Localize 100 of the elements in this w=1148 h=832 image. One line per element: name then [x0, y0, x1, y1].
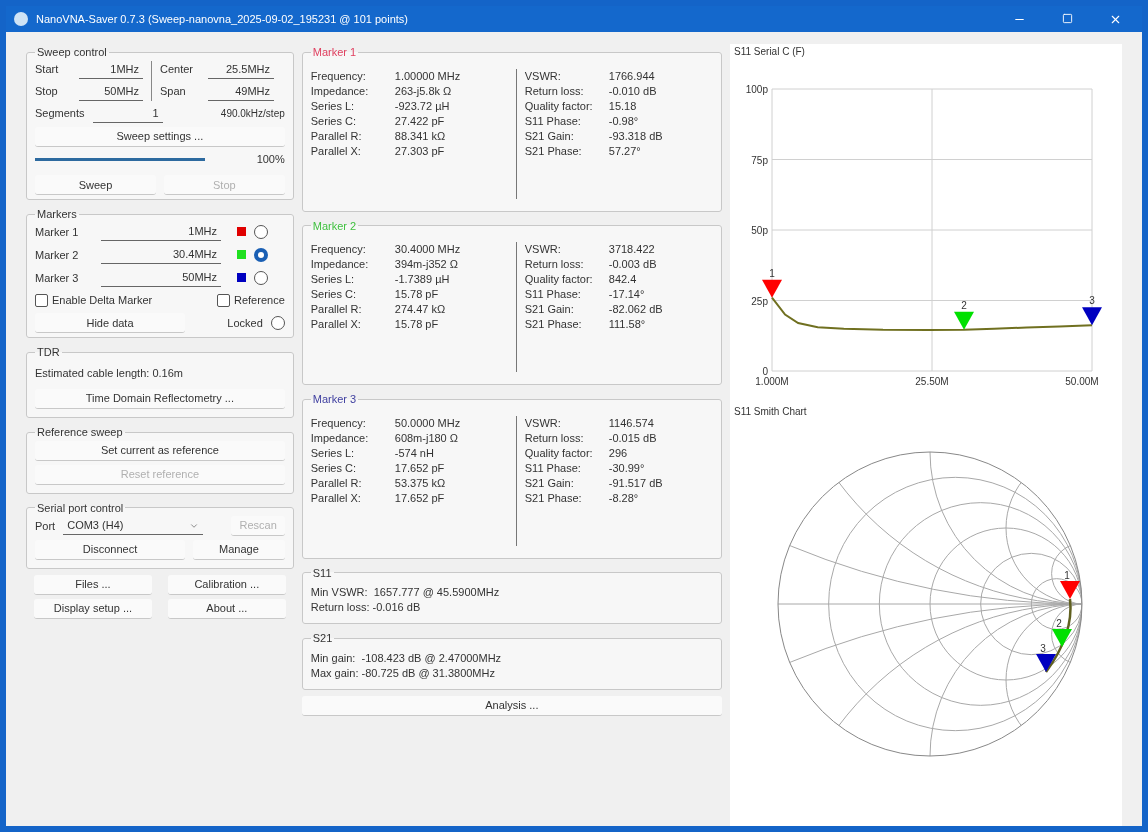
- readout-label: VSWR:: [524, 415, 562, 431]
- readout-value: 17.652 pF: [394, 460, 445, 476]
- readout-label: Parallel X:: [310, 317, 362, 332]
- readout-label: Return loss:: [524, 83, 585, 99]
- chart-title: S11 Serial C (F): [733, 45, 806, 59]
- group-title: Reference sweep: [36, 425, 124, 440]
- marker-number: 3: [1040, 643, 1046, 654]
- y-tick-label: 0: [762, 366, 768, 377]
- group-title: Markers: [36, 207, 78, 223]
- readout-label: Parallel R:: [310, 128, 363, 144]
- group-title: Serial port control: [36, 500, 125, 516]
- readout-value: -17.14°: [608, 287, 645, 302]
- chart-title: S11 Smith Chart: [733, 405, 808, 419]
- checkbox[interactable]: [217, 293, 230, 307]
- input-field[interactable]: 1: [92, 104, 163, 123]
- readout-value: -574 nH: [394, 445, 434, 461]
- radio-button[interactable]: [254, 224, 268, 239]
- readout-label: S11 Phase:: [524, 460, 582, 476]
- readout-value: 88.341 kΩ: [394, 128, 446, 144]
- marker-frequency-field[interactable]: 1MHz: [101, 222, 221, 241]
- readout-value: -923.72 µH: [394, 98, 450, 114]
- readout-value: 53.375 kΩ: [394, 475, 446, 491]
- marker-color-swatch[interactable]: [237, 227, 246, 237]
- readout-value: 263-j5.8k Ω: [394, 83, 452, 99]
- readout-label: Series C:: [310, 113, 357, 129]
- readout-value: -93.318 dB: [608, 128, 663, 144]
- readout-value: -8.28°: [608, 490, 639, 506]
- readout-label: S11 Phase:: [524, 287, 582, 302]
- readout-value: 1.00000 MHz: [394, 68, 461, 84]
- readout-label: Parallel X:: [310, 490, 362, 506]
- readout-value: 394m-j352 Ω: [394, 257, 459, 272]
- marker-label: Marker 3: [35, 270, 80, 286]
- marker-frequency-field[interactable]: 30.4MHz: [101, 245, 221, 264]
- radio-button[interactable]: [254, 247, 268, 262]
- group-title: S21: [311, 631, 334, 646]
- field-label: Span: [160, 84, 187, 100]
- marker-title: Marker 1: [311, 45, 358, 60]
- readout-label: Quality factor:: [524, 272, 594, 287]
- readout-value: -0.98°: [608, 113, 639, 129]
- marker-title: Marker 2: [311, 218, 358, 234]
- radio-button[interactable]: [270, 316, 285, 331]
- readout-label: Parallel R:: [310, 475, 363, 491]
- readout-value: 1146.574: [608, 415, 654, 431]
- readout-value: 274.47 kΩ: [394, 302, 446, 317]
- input-field[interactable]: 25.5MHz: [208, 60, 274, 79]
- input-field[interactable]: 50MHz: [79, 82, 143, 101]
- readout-value: -30.99°: [608, 460, 645, 476]
- checkbox-label: Enable Delta Marker: [52, 292, 153, 308]
- readout-label: S11 Phase:: [524, 113, 582, 129]
- readout-label: Return loss:: [524, 257, 585, 272]
- push-button[interactable]: About ...: [167, 599, 286, 619]
- radio-button[interactable]: [254, 270, 268, 285]
- readout-label: Impedance:: [310, 430, 370, 446]
- marker-label: Marker 1: [35, 224, 80, 240]
- marker-frequency-field[interactable]: 50MHz: [101, 268, 221, 287]
- y-tick-label: 50p: [751, 225, 768, 236]
- push-button[interactable]: Analysis ...: [301, 695, 722, 716]
- readout-value: 15.18: [608, 98, 637, 114]
- readout-value: 842.4: [608, 272, 637, 287]
- readout-label: Impedance:: [310, 257, 370, 272]
- readout-value: 608m-j180 Ω: [394, 430, 459, 446]
- group-title: TDR: [36, 345, 61, 361]
- marker-number: 2: [1056, 618, 1062, 629]
- push-button[interactable]: Display setup ...: [34, 599, 152, 619]
- readout-label: S21 Gain:: [524, 128, 575, 144]
- readout-label: Parallel X:: [310, 143, 362, 159]
- marker-number: 2: [961, 299, 967, 311]
- readout-label: S21 Phase:: [524, 317, 583, 332]
- progress-reading: 100%: [256, 151, 285, 167]
- summary-text: Min VSWR: 1657.777 @ 45.5900MHz: [310, 585, 501, 600]
- marker-number: 1: [1064, 570, 1070, 581]
- window-title: NanoVNA-Saver 0.7.3 (Sweep-nanovna_2025-09-02_195231 @ 101 points): [36, 11, 408, 27]
- readout-value: -91.517 dB: [608, 475, 663, 491]
- push-button[interactable]: Files ...: [34, 575, 152, 595]
- push-button[interactable]: Calibration ...: [167, 575, 286, 595]
- summary-text: Min gain: -108.423 dB @ 2.47000MHz: [310, 650, 503, 666]
- marker-color-swatch[interactable]: [237, 273, 246, 283]
- group-title: Sweep control: [36, 45, 108, 60]
- readout-label: Quality factor:: [524, 98, 594, 114]
- y-tick-label: 100p: [745, 84, 768, 95]
- readout-label: Return loss:: [524, 430, 585, 446]
- app-logo-icon: [14, 12, 28, 26]
- readout-value: 111.58°: [608, 317, 646, 332]
- readout-value: 50.0000 MHz: [394, 415, 461, 431]
- input-field[interactable]: 1MHz: [79, 60, 143, 79]
- input-field[interactable]: 49MHz: [208, 82, 274, 101]
- marker-color-swatch[interactable]: [237, 250, 246, 260]
- y-tick-label: 25p: [751, 295, 768, 307]
- cable-length-text: Estimated cable length: 0.16m: [35, 365, 184, 381]
- readout-value: 15.78 pF: [394, 287, 439, 302]
- maximize-icon[interactable]: [1062, 12, 1073, 24]
- marker-label: Marker 2: [35, 247, 80, 263]
- step-size-text: 490.0kHz/step: [220, 107, 285, 121]
- readout-value: 17.652 pF: [394, 490, 445, 506]
- marker-number: 3: [1089, 295, 1095, 307]
- readout-value: -0.010 dB: [608, 83, 657, 99]
- readout-label: S21 Phase:: [524, 490, 583, 506]
- locked-label: Locked: [227, 316, 263, 331]
- port-dropdown[interactable]: COM3 (H4): [63, 517, 204, 535]
- checkbox[interactable]: [35, 293, 48, 307]
